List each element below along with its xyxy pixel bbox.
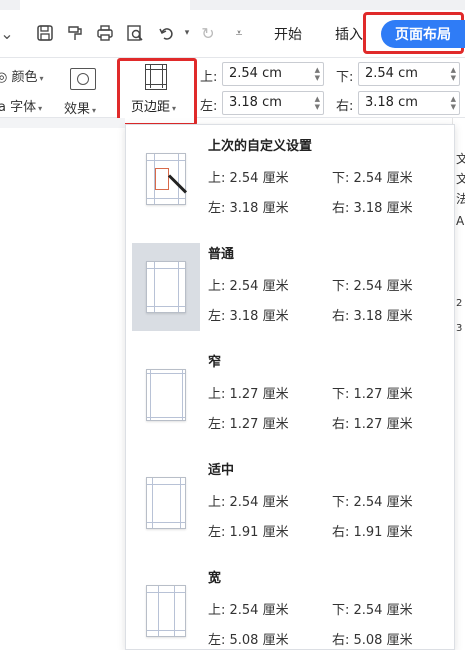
- font-prefix: a: [0, 100, 6, 115]
- print-preview-icon[interactable]: [124, 22, 146, 44]
- undo-dropdown-icon[interactable]: ▾: [176, 22, 198, 44]
- preset-bottom-value: 下: 2.54 厘米: [332, 279, 413, 294]
- font-label: 字体: [10, 100, 37, 115]
- margin-preset-moderate[interactable]: 适中 上: 2.54 厘米 下: 2.54 厘米 左: 1.91 厘米 右: 1…: [126, 449, 454, 555]
- top-margin-value: 2.54 cm: [229, 66, 282, 81]
- theme-font-button[interactable]: a 字体 ▾: [0, 96, 42, 115]
- bottom-margin-label: 下:: [336, 70, 354, 85]
- normal-margins-icon: [132, 243, 200, 331]
- spinner-icon[interactable]: ▲ ▼: [315, 66, 320, 82]
- color-button[interactable]: ◎ 颜色 ▾: [0, 66, 44, 85]
- doc-char: A: [456, 214, 465, 228]
- effect-label: 效果: [64, 102, 91, 117]
- doc-char: 3: [456, 323, 463, 334]
- doc-char: 法: [456, 192, 465, 206]
- preset-bottom-value: 下: 1.27 厘米: [332, 387, 413, 402]
- custom-margins-icon: [132, 135, 200, 223]
- wide-margins-icon: [132, 567, 200, 650]
- margin-preset-normal[interactable]: 普通 上: 2.54 厘米 下: 2.54 厘米 左: 3.18 厘米 右: 3…: [126, 233, 454, 339]
- preset-right-value: 右: 5.08 厘米: [332, 633, 413, 648]
- collapse-chevron-icon[interactable]: ⌄: [0, 22, 18, 44]
- page-margins-icon: [145, 64, 167, 90]
- margin-preset-narrow[interactable]: 窄 上: 1.27 厘米 下: 1.27 厘米 左: 1.27 厘米 右: 1.…: [126, 341, 454, 447]
- preset-right-value: 右: 3.18 厘米: [332, 201, 413, 216]
- customize-toolbar-icon[interactable]: ⩡: [228, 22, 250, 44]
- chevron-down-icon: ▾: [172, 104, 177, 113]
- preset-right-value: 右: 3.18 厘米: [332, 309, 413, 324]
- save-icon[interactable]: [34, 22, 56, 44]
- preset-left-value: 左: 1.27 厘米: [208, 417, 289, 432]
- preset-top-value: 上: 1.27 厘米: [208, 387, 289, 402]
- spinner-icon[interactable]: ▲ ▼: [315, 95, 320, 111]
- chevron-down-icon: ▾: [39, 74, 44, 83]
- chevron-down-icon: ▾: [92, 106, 97, 115]
- preset-right-value: 右: 1.91 厘米: [332, 525, 413, 540]
- undo-icon[interactable]: [156, 22, 178, 44]
- chevron-down-icon: ▾: [38, 104, 43, 113]
- preset-bottom-value: 下: 2.54 厘米: [332, 603, 413, 618]
- ribbon: ◎ 颜色 ▾ a 字体 ▾ 效果 ▾ 上: 2.54 cm ▲ ▼ 左: 3.18 cm…: [0, 58, 465, 118]
- palette-icon: ◎: [0, 70, 8, 85]
- preset-right-value: 右: 1.27 厘米: [332, 417, 413, 432]
- preset-title: 适中: [208, 463, 235, 478]
- format-painter-icon[interactable]: [64, 22, 86, 44]
- preset-title: 窄: [208, 355, 222, 370]
- preset-left-value: 左: 5.08 厘米: [208, 633, 289, 648]
- preset-bottom-value: 下: 2.54 厘米: [332, 495, 413, 510]
- preset-title: 普通: [208, 247, 235, 262]
- left-margin-label: 左:: [200, 99, 218, 114]
- margin-preset-wide[interactable]: 宽 上: 2.54 厘米 下: 2.54 厘米 左: 5.08 厘米 右: 5.…: [126, 557, 454, 650]
- preset-title: 宽: [208, 571, 222, 586]
- preset-bottom-value: 下: 2.54 厘米: [332, 171, 413, 186]
- effect-button[interactable]: 效果 ▾: [64, 98, 96, 117]
- preset-top-value: 上: 2.54 厘米: [208, 495, 289, 510]
- right-margin-value: 3.18 cm: [365, 95, 418, 110]
- doc-char: 文: [456, 152, 465, 166]
- spinner-icon[interactable]: ▲ ▼: [451, 66, 456, 82]
- top-margin-field[interactable]: 2.54 cm ▲ ▼: [222, 62, 324, 86]
- left-margin-value: 3.18 cm: [229, 95, 282, 110]
- right-margin-field[interactable]: 3.18 cm ▲ ▼: [358, 91, 460, 115]
- doc-char: 2: [456, 298, 463, 309]
- doc-char: 文: [456, 172, 465, 186]
- color-label: 颜色: [11, 70, 38, 85]
- preset-title: 上次的自定义设置: [208, 139, 313, 154]
- tab-page-layout[interactable]: 页面布局: [381, 20, 465, 48]
- effect-icon[interactable]: [70, 68, 96, 90]
- right-margin-label: 右:: [336, 99, 354, 114]
- preset-left-value: 左: 3.18 厘米: [208, 201, 289, 216]
- bottom-margin-value: 2.54 cm: [365, 66, 418, 81]
- margins-dropdown: 上次的自定义设置 上: 2.54 厘米 下: 2.54 厘米 左: 3.18 厘…: [125, 124, 455, 650]
- redo-icon[interactable]: ↻: [197, 22, 219, 44]
- preset-top-value: 上: 2.54 厘米: [208, 171, 289, 186]
- moderate-margins-icon: [132, 459, 200, 547]
- page-margins-label: 页边距 ▾: [131, 100, 177, 115]
- preset-left-value: 左: 3.18 厘米: [208, 309, 289, 324]
- preset-left-value: 左: 1.91 厘米: [208, 525, 289, 540]
- print-icon[interactable]: [94, 22, 116, 44]
- document-canvas: [0, 118, 125, 650]
- document-tab[interactable]: [20, 0, 190, 10]
- preset-top-value: 上: 2.54 厘米: [208, 279, 289, 294]
- spinner-icon[interactable]: ▲ ▼: [451, 95, 456, 111]
- preset-top-value: 上: 2.54 厘米: [208, 603, 289, 618]
- title-bar: [0, 0, 465, 10]
- narrow-margins-icon: [132, 351, 200, 439]
- tab-insert[interactable]: 插入: [335, 24, 363, 44]
- document-page[interactable]: [0, 128, 125, 650]
- top-margin-label: 上:: [200, 70, 218, 85]
- bottom-margin-field[interactable]: 2.54 cm ▲ ▼: [358, 62, 460, 86]
- tab-start[interactable]: 开始: [274, 24, 302, 44]
- left-margin-field[interactable]: 3.18 cm ▲ ▼: [222, 91, 324, 115]
- margin-preset-custom[interactable]: 上次的自定义设置 上: 2.54 厘米 下: 2.54 厘米 左: 3.18 厘…: [126, 125, 454, 231]
